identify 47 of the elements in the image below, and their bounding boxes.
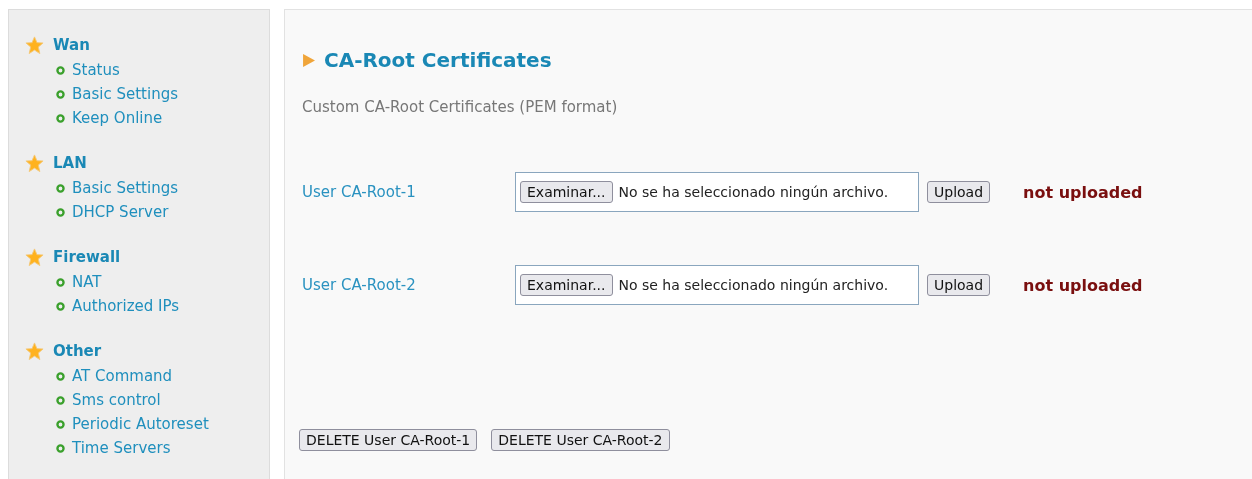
bullet-icon <box>56 113 65 123</box>
browse-button[interactable]: Examinar... <box>520 181 613 203</box>
sidebar-item[interactable]: Basic Settings <box>72 179 178 197</box>
bullet-icon <box>56 443 65 453</box>
description-text: Custom CA-Root Certificates (PEM format) <box>302 98 619 116</box>
file-input[interactable]: Examinar... No se ha seleccionado ningún archivo. <box>515 172 919 212</box>
sidebar-item[interactable]: DHCP Server <box>72 203 169 221</box>
sidebar-item[interactable]: Status <box>72 61 120 79</box>
sidebar-group-link[interactable]: Firewall <box>53 248 121 266</box>
sidebar-group-link[interactable]: Other <box>53 342 102 360</box>
sidebar-group-link[interactable]: Wan <box>53 36 90 54</box>
bullet-icon <box>56 65 65 75</box>
sidebar-item[interactable]: Periodic Autoreset <box>72 415 209 433</box>
bullet-icon <box>56 89 65 99</box>
section-heading: CA-Root Certificates <box>324 48 552 72</box>
delete-button[interactable]: DELETE User CA-Root-2 <box>491 429 670 451</box>
sidebar-item[interactable]: Sms control <box>72 391 161 409</box>
upload-button[interactable]: Upload <box>927 181 991 203</box>
upload-button[interactable]: Upload <box>927 274 991 296</box>
star-icon <box>25 247 44 267</box>
browse-button[interactable]: Examinar... <box>520 274 613 296</box>
triangle-icon <box>302 53 315 67</box>
certificate-label: User CA-Root-1 <box>302 183 417 201</box>
star-icon <box>25 341 44 361</box>
bullet-icon <box>56 419 65 429</box>
delete-button[interactable]: DELETE User CA-Root-1 <box>299 429 478 451</box>
bullet-icon <box>56 301 65 311</box>
sidebar-item[interactable]: AT Command <box>72 367 173 385</box>
bullet-icon <box>56 395 65 405</box>
certificate-label: User CA-Root-2 <box>302 276 417 294</box>
sidebar-item[interactable]: Keep Online <box>72 109 163 127</box>
sidebar-item[interactable]: Authorized IPs <box>72 297 180 315</box>
upload-status: not uploaded <box>1023 182 1143 202</box>
sidebar-item[interactable]: Basic Settings <box>72 85 178 103</box>
file-name-text: No se ha seleccionado ningún archivo. <box>618 184 889 200</box>
sidebar-group-link[interactable]: LAN <box>53 154 87 172</box>
star-icon <box>25 35 44 55</box>
bullet-icon <box>56 277 65 287</box>
bullet-icon <box>56 207 65 217</box>
star-icon <box>25 153 44 173</box>
file-input[interactable]: Examinar... No se ha seleccionado ningún archivo. <box>515 265 919 305</box>
upload-status: not uploaded <box>1023 275 1143 295</box>
bullet-icon <box>56 183 65 193</box>
sidebar-item[interactable]: NAT <box>72 273 102 291</box>
file-name-text: No se ha seleccionado ningún archivo. <box>618 277 889 293</box>
bullet-icon <box>56 371 65 381</box>
sidebar-item[interactable]: Time Servers <box>72 439 171 457</box>
